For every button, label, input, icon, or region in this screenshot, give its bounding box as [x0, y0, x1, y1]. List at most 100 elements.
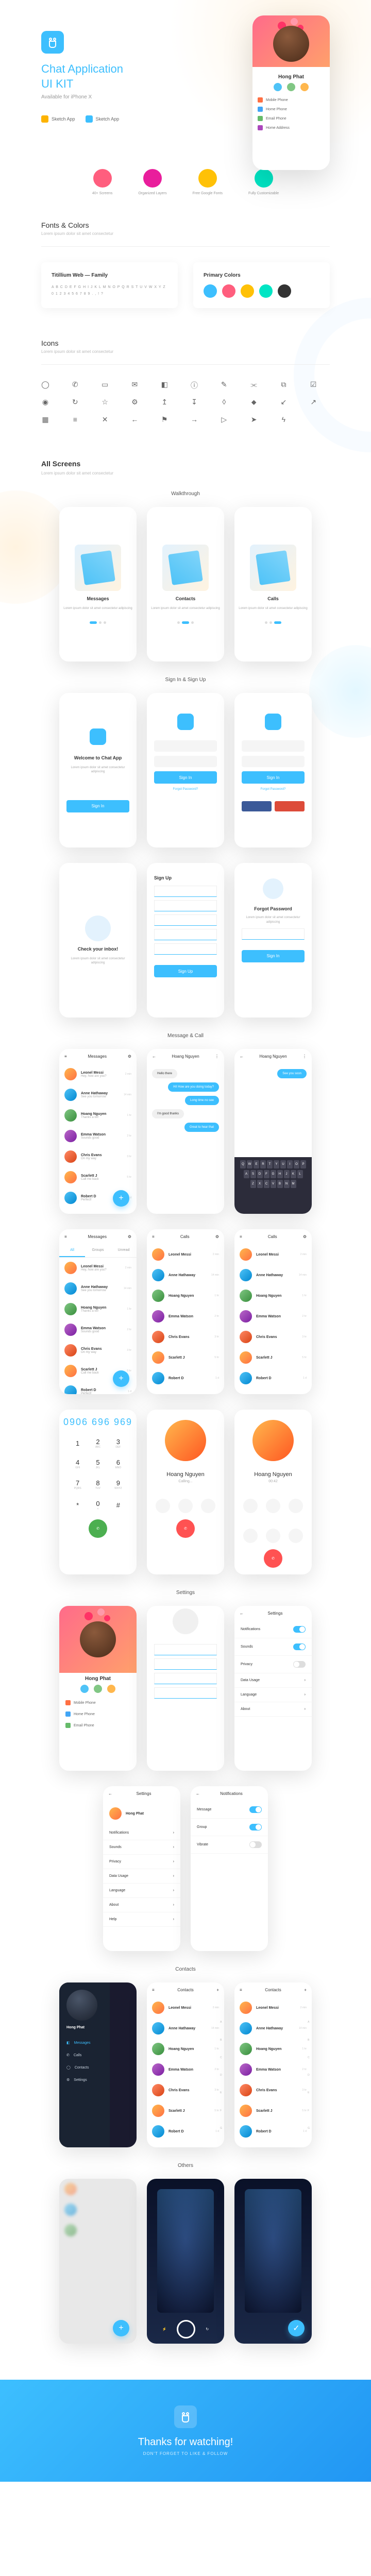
list-item[interactable]: Robert D1 d	[147, 1368, 224, 1388]
list-item[interactable]: Hoang Nguyen1 hr	[234, 1285, 312, 1306]
inbox-screen: Check your inbox!Lorem ipsum dolor sit a…	[59, 863, 137, 1018]
messages-tabs-screen: ≡Messages⚙ AllGroupsUnread Leonel MessiH…	[59, 1229, 137, 1394]
list-item[interactable]: Emma Watson2 hr	[147, 2059, 224, 2080]
list-item[interactable]: Leonel Messi2 min	[147, 1244, 224, 1265]
shutter-button[interactable]	[177, 2320, 195, 2338]
link-icon	[86, 115, 93, 123]
grid-icon: ▦	[41, 415, 49, 423]
list-item[interactable]: Robert D1 d	[234, 2121, 312, 2142]
list-item[interactable]: Chris EvansOn my way3 hr	[59, 1146, 137, 1167]
color-swatch	[204, 284, 217, 298]
blur-modal-screen: +	[59, 2179, 137, 2344]
list-item[interactable]: Scarlett J5 hr	[147, 2100, 224, 2121]
forward-icon: →	[190, 415, 198, 423]
list-item[interactable]: Leonel MessiHey, how are you?2 min	[59, 1064, 137, 1084]
screens-section: All Screens Lorem ipsum dolor sit amet c…	[0, 439, 371, 2380]
messages-list-screen: ≡Messages⚙ Leonel MessiHey, how are you?…	[59, 1049, 137, 1214]
settings-detail-screen: ←Notifications Message Group Vibrate	[191, 1786, 268, 1951]
list-item[interactable]: Hoang Nguyen1 hr	[147, 1285, 224, 1306]
footer: Thanks for watching! DON'T FORGET TO LIK…	[0, 2380, 371, 2482]
keyboard[interactable]: QWERTYUIOP ASDFGHJKL ZXCVBNM	[234, 1157, 312, 1214]
list-item[interactable]: Leonel Messi2 min	[234, 1997, 312, 2018]
list-item[interactable]: Hoang NguyenThanks a lot!1 hr	[59, 1105, 137, 1126]
hangup-button[interactable]: ✆	[176, 1519, 195, 1538]
list-item[interactable]: Leonel Messi2 min	[234, 1244, 312, 1265]
list-item[interactable]: Emma WatsonSounds good2 hr	[59, 1319, 137, 1340]
list-item[interactable]: Scarlett J5 hr	[234, 1347, 312, 1368]
list-item[interactable]: Hoang NguyenThanks a lot!1 hr	[59, 1299, 137, 1319]
list-item[interactable]: Chris Evans3 hr	[234, 1327, 312, 1347]
settings-screen: ←Settings Notifications Sounds Privacy D…	[234, 1606, 312, 1771]
list-item[interactable]: Anne Hathaway14 min	[147, 1265, 224, 1285]
list-item[interactable]: Anne Hathaway14 min	[234, 1265, 312, 1285]
list-item[interactable]: Scarlett J5 hr	[234, 2100, 312, 2121]
edit-profile-screen	[147, 1606, 224, 1771]
list-item[interactable]: Robert D1 d	[147, 2121, 224, 2142]
chat-screen: ←Hoang Nguyen⋮ Hello thereHi! How are yo…	[147, 1049, 224, 1214]
icon-grid: ◯ ✆ ▭ ✉ ◧ ⓘ ✎ ⫘ ⧉ ☑ ◉ ↻ ☆ ⚙ ↥ ↧ ◊ ⬥ ↙ ↗ …	[41, 380, 330, 423]
list-item[interactable]: Emma Watson2 hr	[147, 1306, 224, 1327]
flag-icon: ⚑	[160, 415, 168, 423]
call-in-icon: ↙	[279, 398, 288, 406]
subsection-title: Walkthrough	[31, 491, 340, 497]
list-item[interactable]: Scarlett J5 hr	[147, 1347, 224, 1368]
list-item[interactable]: Chris Evans3 hr	[147, 2080, 224, 2100]
list-item[interactable]: Emma WatsonSounds good2 hr	[59, 1126, 137, 1146]
call-button[interactable]: ✆	[89, 1519, 107, 1538]
info-icon: ⓘ	[190, 380, 198, 388]
dialer-screen: 0906 696 969 1 2ABC 3DEF 4GHI 5JKL 6MNO …	[59, 1410, 137, 1574]
settings-list-screen: ←Settings Hong Phat Notifications› Sound…	[103, 1786, 180, 1951]
list-item[interactable]: Chris EvansOn my way3 hr	[59, 1340, 137, 1361]
list-item[interactable]: Hoang Nguyen1 hr	[147, 2039, 224, 2059]
fonts-section: Fonts & Colors Lorem ipsum dolor sit ame…	[0, 206, 371, 324]
list-item[interactable]: Emma Watson2 hr	[234, 1306, 312, 1327]
play-icon: ▷	[220, 415, 228, 423]
phone-icon: ✆	[71, 380, 79, 388]
walkthrough-screen: ContactsLorem ipsum dolor sit amet conse…	[147, 507, 224, 662]
signup-screen: Sign UpSign Up	[147, 863, 224, 1018]
list-item[interactable]: Scarlett JCall me back5 hr	[59, 1167, 137, 1188]
refresh-icon: ↻	[71, 398, 79, 406]
download-icon: ↧	[190, 398, 198, 406]
gear-icon: ⚙	[130, 398, 139, 406]
icons-section: Icons Lorem ipsum dolor sit amet consect…	[0, 324, 371, 439]
profile-name: Hong Phat	[257, 74, 326, 80]
list-item[interactable]: Robert D1 d	[234, 1368, 312, 1388]
color-swatch	[259, 284, 273, 298]
list-item[interactable]: Anne Hathaway14 min	[234, 2018, 312, 2039]
signin-button[interactable]: Sign In	[154, 771, 217, 784]
email-field[interactable]	[154, 740, 217, 752]
hero-section: Chat ApplicationUI KIT Available for iPh…	[0, 0, 371, 143]
signin-screen: Sign InForgot Password?	[147, 693, 224, 848]
send-icon: ➤	[250, 415, 258, 423]
list-item[interactable]: Anne HathawaySee you tomorrow14 min	[59, 1084, 137, 1105]
chat-icon: ◧	[160, 380, 168, 388]
copy-icon: ⧉	[279, 380, 288, 388]
color-swatch	[241, 284, 254, 298]
back-icon: ←	[130, 415, 139, 423]
list-item[interactable]: Hoang Nguyen1 hr	[234, 2039, 312, 2059]
walkthrough-screen: CallsLorem ipsum dolor sit amet consecte…	[234, 507, 312, 662]
list-item[interactable]: Leonel Messi2 min	[147, 1997, 224, 2018]
camera-screen: ⚡↻	[147, 2179, 224, 2344]
footer-logo	[174, 2405, 197, 2428]
list-item[interactable]: Chris Evans3 hr	[234, 2080, 312, 2100]
link-icon: ⫘	[250, 380, 258, 388]
welcome-screen: Welcome to Chat AppLorem ipsum dolor sit…	[59, 693, 137, 848]
password-field[interactable]	[154, 756, 217, 767]
list-item[interactable]: Anne Hathaway14 min	[147, 2018, 224, 2039]
signin-button[interactable]: Sign In	[66, 800, 129, 812]
footer-sub: DON'T FORGET TO LIKE & FOLLOW	[26, 2451, 345, 2456]
list-item[interactable]: Chris Evans3 hr	[147, 1327, 224, 1347]
list-item[interactable]: Anne HathawaySee you tomorrow14 min	[59, 1278, 137, 1299]
menu-icon: ≡	[71, 415, 79, 423]
list-item[interactable]: Leonel MessiHey, how are you?2 min	[59, 1258, 137, 1278]
list-item[interactable]: Emma Watson2 hr	[234, 2059, 312, 2080]
user-icon: ◯	[41, 380, 49, 388]
app-logo	[41, 31, 64, 54]
forgot-screen: Forgot PasswordLorem ipsum dolor sit ame…	[234, 863, 312, 1018]
camera-confirm-screen: ✓	[234, 2179, 312, 2344]
location-icon: ⬥	[250, 398, 258, 406]
compose-fab[interactable]: +	[113, 1190, 129, 1207]
feature-row: 40+ Screens Organized Layers Free Google…	[0, 169, 371, 195]
